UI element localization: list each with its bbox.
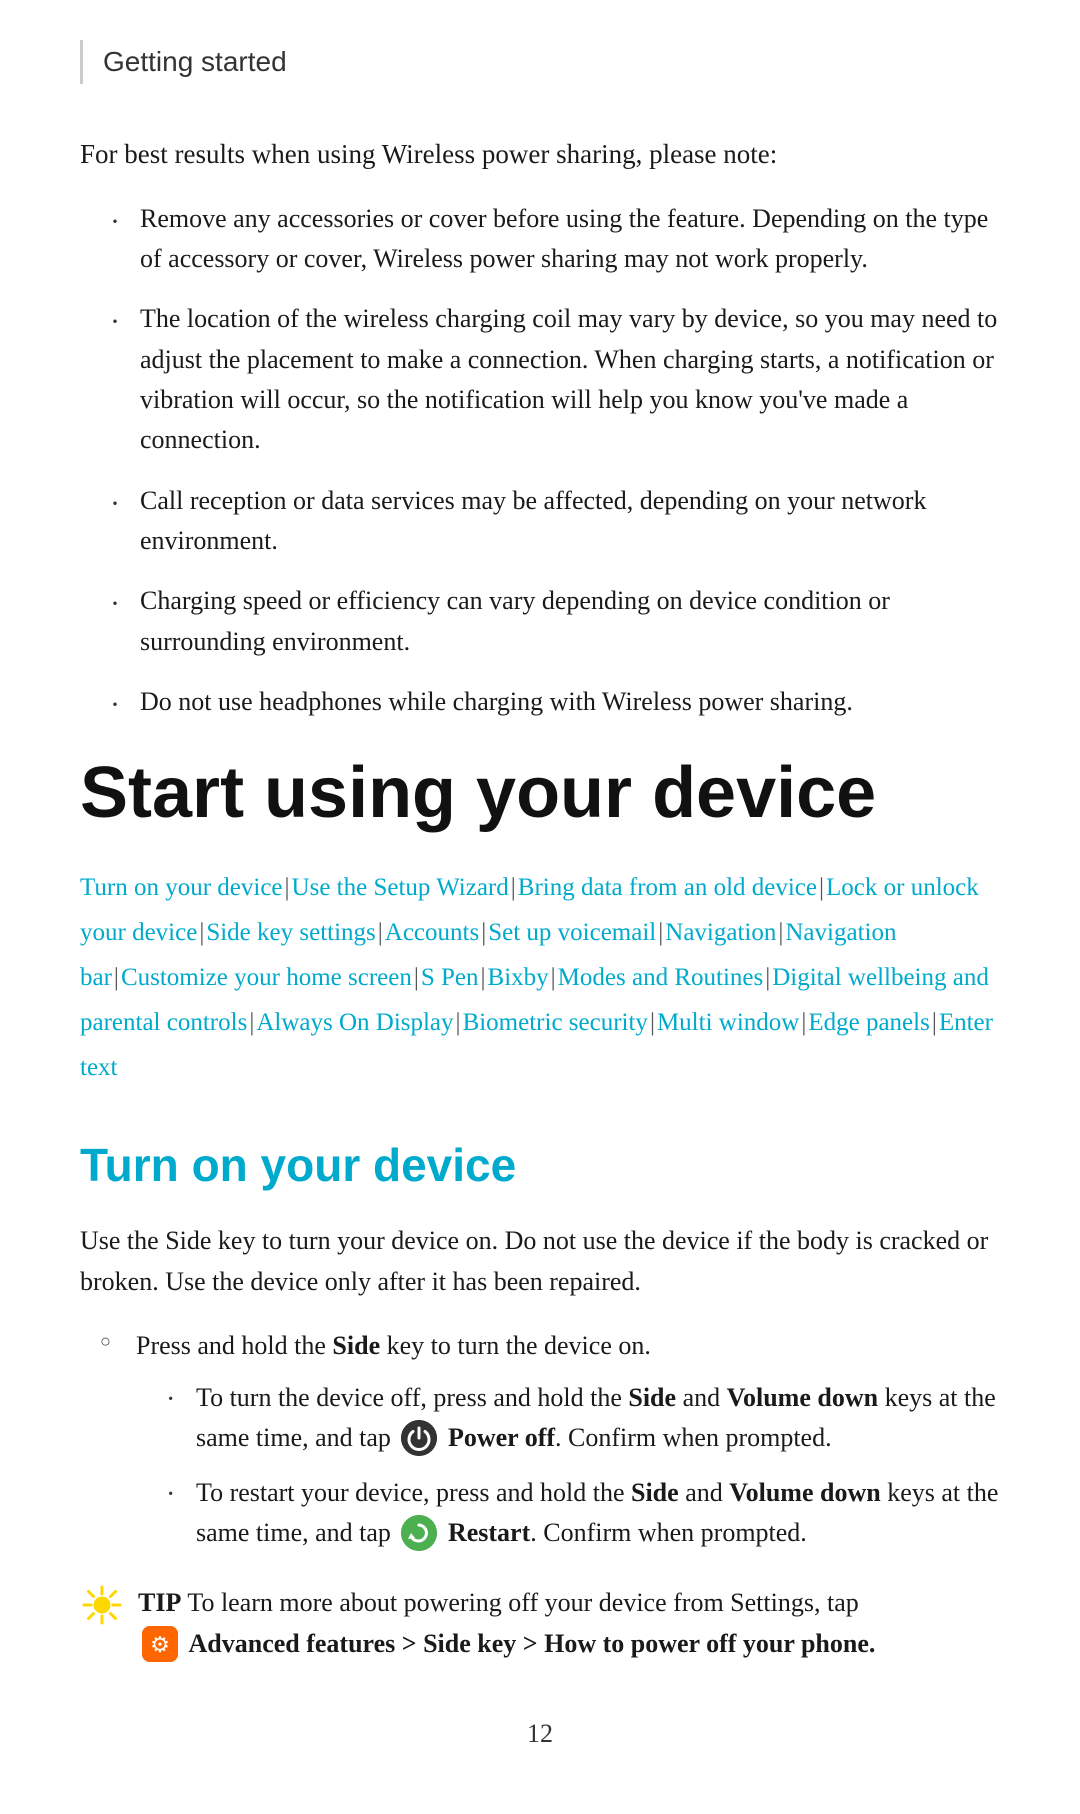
link-modes-routines[interactable]: Modes and Routines [558,964,764,991]
link-accounts[interactable]: Accounts [385,919,479,946]
tip-label: TIP [138,1588,181,1617]
tip-box: TIP To learn more about powering off you… [80,1583,1000,1664]
link-bixby[interactable]: Bixby [488,964,549,991]
tip-content: TIP To learn more about powering off you… [138,1583,1000,1664]
list-item: Do not use headphones while charging wit… [110,682,1000,722]
bold-side: Side [332,1331,380,1360]
link-customize-home[interactable]: Customize your home screen [121,964,412,991]
tip-text: To learn more about powering off your de… [187,1588,858,1617]
link-edge-panels[interactable]: Edge panels [808,1009,929,1036]
bold-volume-down-2: Volume down [729,1478,880,1507]
sub-bullet-item-1: To turn the device off, press and hold t… [166,1378,1000,1459]
link-side-key[interactable]: Side key settings [206,919,375,946]
main-heading: Start using your device [80,752,1000,835]
section-body: Use the Side key to turn your device on.… [80,1221,1000,1302]
link-navigation[interactable]: Navigation [665,919,776,946]
list-item: Remove any accessories or cover before u… [110,199,1000,280]
link-spen[interactable]: S Pen [421,964,479,991]
page-number: 12 [80,1714,1000,1754]
bold-side-2: Side [631,1478,679,1507]
restart-label: Restart [448,1518,530,1547]
circle-bullet-item: Press and hold the Side key to turn the … [100,1326,1000,1553]
svg-text:⚙: ⚙ [150,1632,170,1657]
link-setup-wizard[interactable]: Use the Setup Wizard [292,874,509,901]
link-voicemail[interactable]: Set up voicemail [488,919,656,946]
intro-text: For best results when using Wireless pow… [80,134,1000,175]
bold-side-1: Side [628,1383,676,1412]
sub-bullet-item-2: To restart your device, press and hold t… [166,1473,1000,1554]
link-multi-window[interactable]: Multi window [657,1009,799,1036]
link-biometric[interactable]: Biometric security [463,1009,648,1036]
bold-volume-down-1: Volume down [727,1383,878,1412]
header-section: Getting started [80,40,1000,84]
circle-bullet-list: Press and hold the Side key to turn the … [100,1326,1000,1553]
section-heading: Turn on your device [80,1130,1000,1201]
list-item: Charging speed or efficiency can vary de… [110,581,1000,662]
power-off-icon [401,1420,437,1456]
tip-sun-icon [80,1583,124,1627]
link-bring-data[interactable]: Bring data from an old device [518,874,817,901]
advanced-features-icon: ⚙ [142,1626,178,1662]
links-section: Turn on your device|Use the Setup Wizard… [80,865,1000,1090]
sub-bullet-list: To turn the device off, press and hold t… [166,1378,1000,1553]
link-turn-on-device[interactable]: Turn on your device [80,874,283,901]
header-title: Getting started [103,46,287,77]
list-item: The location of the wireless charging co… [110,299,1000,460]
restart-icon [401,1515,437,1551]
tip-bold-text: Advanced features > Side key > How to po… [189,1629,876,1658]
intro-bullet-list: Remove any accessories or cover before u… [110,199,1000,722]
list-item: Call reception or data services may be a… [110,481,1000,562]
link-always-on[interactable]: Always On Display [256,1009,453,1036]
power-off-label: Power off [448,1423,555,1452]
